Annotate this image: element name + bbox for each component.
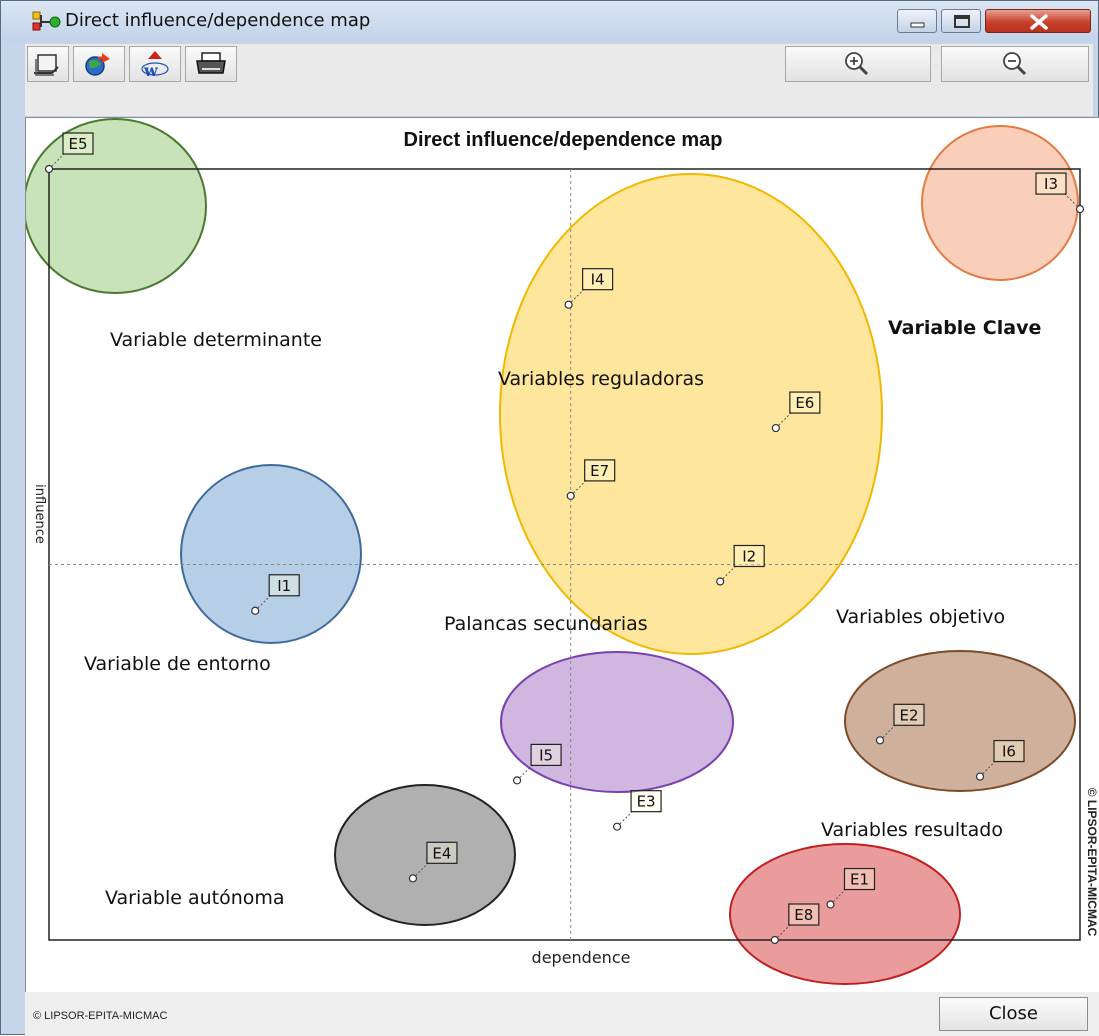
point-label: E1 <box>850 871 869 889</box>
zone-ellipse-reguladoras <box>499 173 883 655</box>
minimize-icon <box>910 22 925 28</box>
point-marker <box>875 736 885 745</box>
word-icon: w <box>141 51 169 80</box>
copy-button[interactable] <box>27 46 69 82</box>
point-marker <box>826 900 835 909</box>
zone-ellipse-clave <box>921 125 1079 281</box>
chart-title: Direct influence/dependence map <box>404 129 723 151</box>
influence-dependence-chart: E5 I3 I4 E6 E7 I2 I1 E2 I6 I5 E3 E4 E1 E8 Direct infl… <box>26 118 1099 985</box>
point-label: I1 <box>277 577 291 595</box>
close-button[interactable]: Close <box>939 997 1088 1031</box>
toolbar: w <box>25 44 1093 116</box>
minimize-button[interactable] <box>897 9 937 33</box>
maximize-icon <box>954 15 970 28</box>
print-icon <box>196 52 226 74</box>
point-label: I2 <box>742 547 756 565</box>
zone-ellipse-determinante <box>26 118 207 294</box>
zone-label-reguladoras: Variables reguladoras <box>498 368 704 390</box>
zone-label-determinante: Variable determinante <box>110 329 322 351</box>
point-label: E4 <box>432 844 451 862</box>
export-word-button[interactable]: w <box>129 46 181 82</box>
zone-label-autonoma: Variable autónoma <box>105 887 285 909</box>
zoom-out-button[interactable] <box>941 46 1089 82</box>
title-bar[interactable]: Direct influence/dependence map <box>1 1 1098 41</box>
point-marker <box>564 300 573 309</box>
zone-label-clave: Variable Clave <box>888 317 1041 339</box>
point-marker <box>770 935 779 945</box>
zoom-in-icon <box>845 52 869 76</box>
point-marker <box>771 423 780 433</box>
point-label: E2 <box>899 706 918 724</box>
point-marker <box>566 491 575 501</box>
zoom-out-icon <box>1003 52 1027 76</box>
zone-ellipse-resultado <box>729 843 961 985</box>
point-marker <box>612 822 622 831</box>
footer-copyright: © LIPSOR-EPITA-MICMAC <box>33 1010 168 1022</box>
chart-watermark: © LIPSOR-EPITA-MICMAC <box>1085 788 1099 937</box>
point-marker <box>251 606 260 615</box>
data-point-e3[interactable]: E3 <box>612 790 662 831</box>
point-label: I4 <box>591 271 605 289</box>
zone-label-objetivo: Variables objetivo <box>836 606 1005 628</box>
bottom-bar: © LIPSOR-EPITA-MICMAC Close <box>25 992 1099 1036</box>
zone-label-palancas: Palancas secundarias <box>444 613 648 635</box>
point-label: I3 <box>1044 175 1058 193</box>
point-label: E8 <box>794 906 813 924</box>
point-label: E5 <box>68 135 87 153</box>
zone-ellipse-palancas <box>500 651 734 793</box>
point-marker <box>512 776 522 785</box>
zone-label-entorno: Variable de entorno <box>84 653 271 675</box>
zoom-in-button[interactable] <box>785 46 931 82</box>
point-label: E7 <box>590 462 609 480</box>
window-close-button[interactable] <box>985 9 1091 33</box>
y-axis-label: influence <box>32 484 47 544</box>
point-marker <box>716 577 725 586</box>
zone-label-resultado: Variables resultado <box>821 819 1003 841</box>
point-label: E3 <box>637 793 656 811</box>
export-icon <box>85 53 110 76</box>
zone-ellipse-objetivo <box>844 650 1076 792</box>
point-marker <box>44 164 54 174</box>
zone-ellipse-autonoma <box>334 784 516 926</box>
print-button[interactable] <box>185 46 237 82</box>
point-marker <box>1075 204 1085 214</box>
x-axis-label: dependence <box>532 948 631 967</box>
chart-panel: E5 I3 I4 E6 E7 I2 I1 E2 I6 I5 E3 E4 E1 E8 Direct infl… <box>25 117 1099 992</box>
point-label: I5 <box>539 746 553 764</box>
zone-ellipse-entorno <box>180 464 362 644</box>
window-title: Direct influence/dependence map <box>65 10 371 31</box>
export-button[interactable] <box>73 46 125 82</box>
app-icon <box>32 11 61 31</box>
close-icon <box>1030 14 1048 30</box>
point-label: I6 <box>1002 743 1016 761</box>
point-label: E6 <box>795 394 814 412</box>
copy-icon <box>34 54 59 76</box>
application-window: Direct influence/dependence map w E5 I3 … <box>0 0 1099 1036</box>
point-marker <box>408 874 418 883</box>
maximize-button[interactable] <box>941 9 981 33</box>
point-marker <box>975 772 985 781</box>
